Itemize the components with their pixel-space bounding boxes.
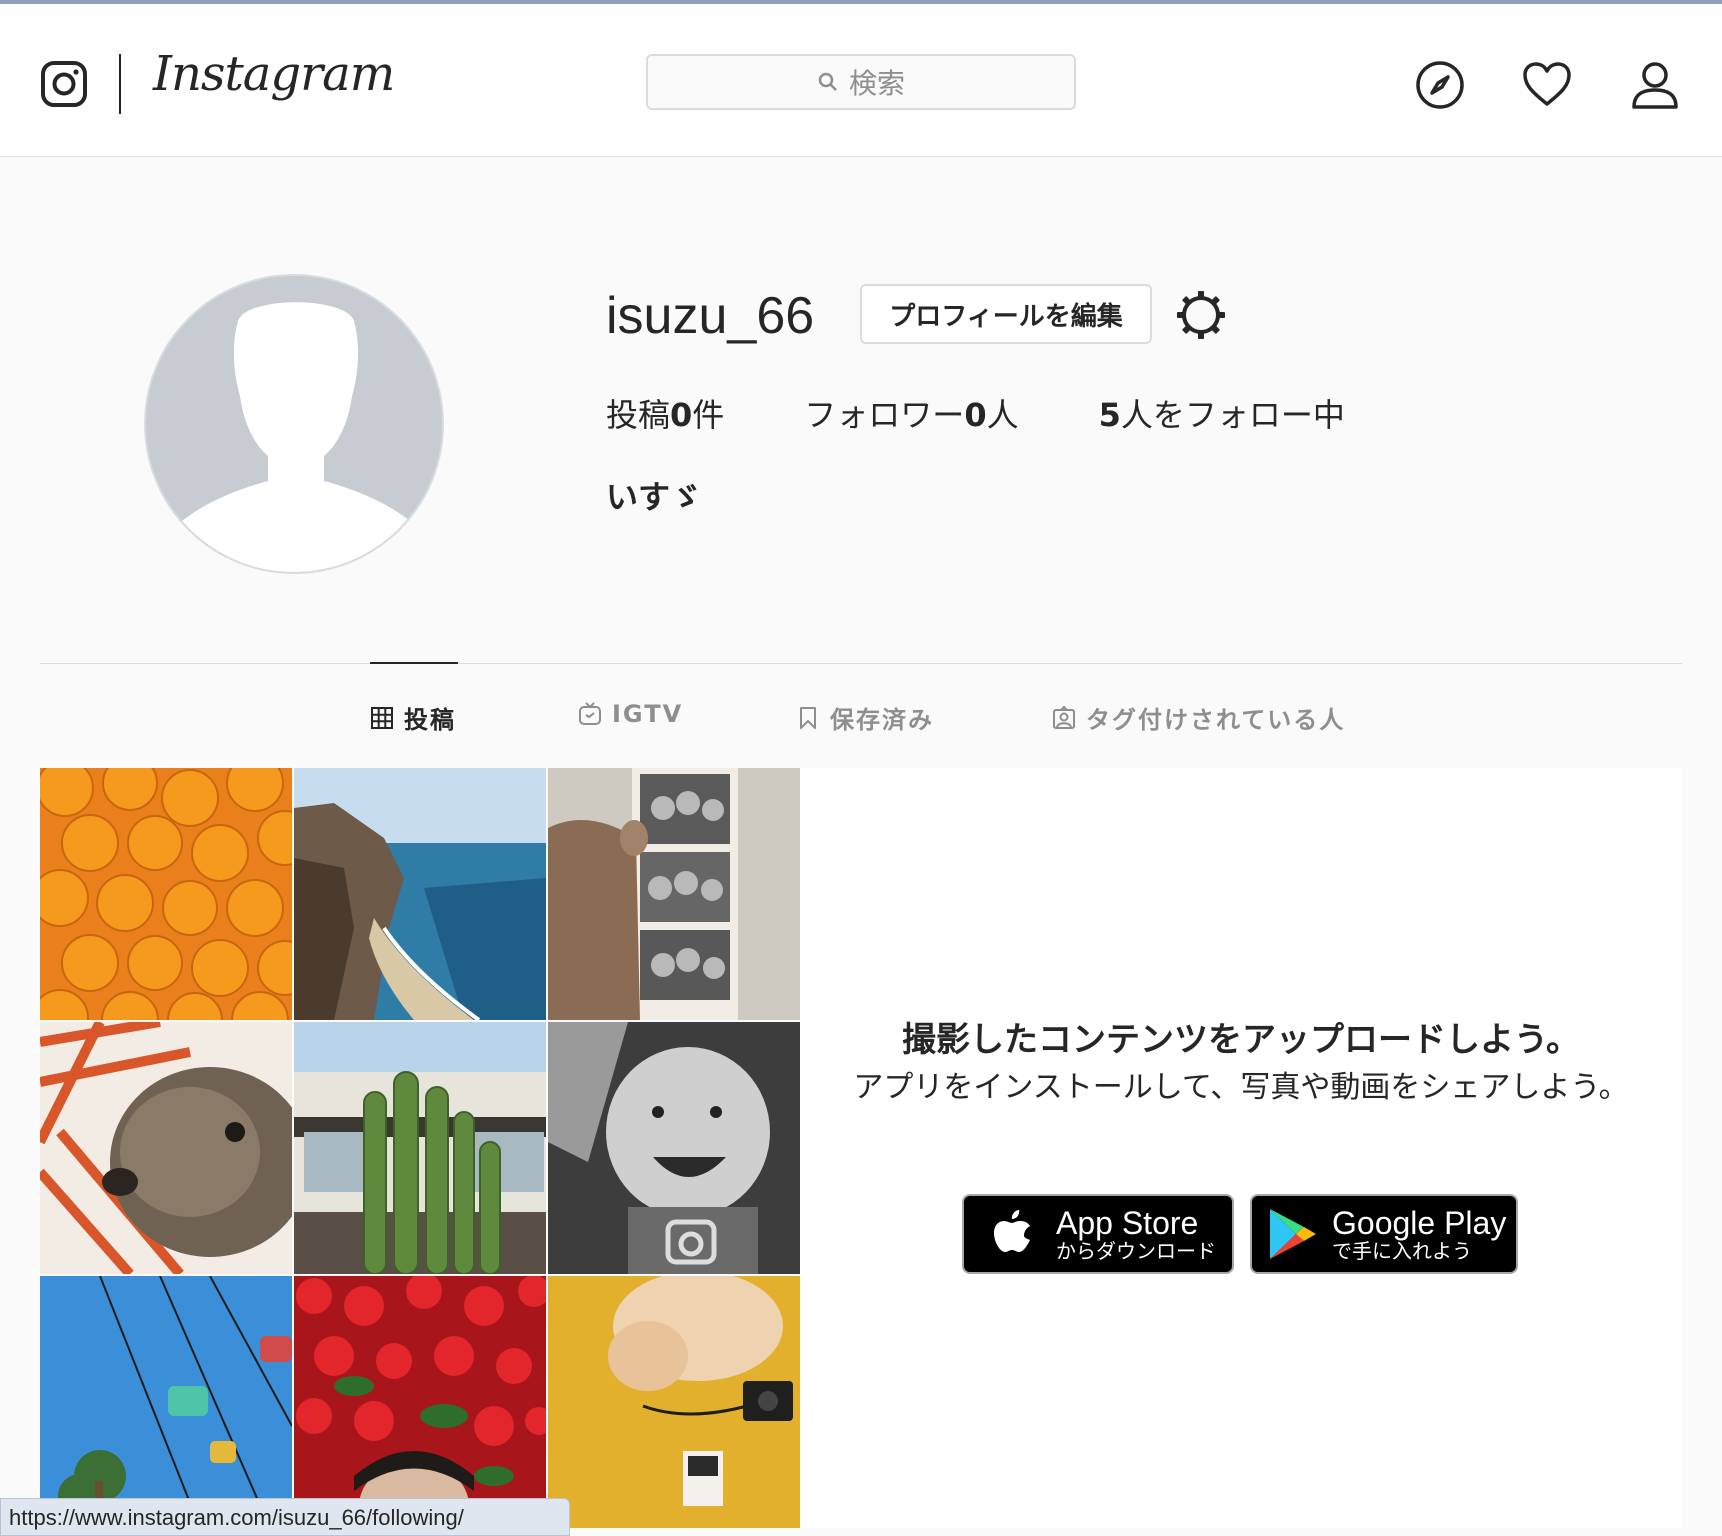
tab-igtv-label: IGTV bbox=[612, 700, 684, 728]
bookmark-icon bbox=[800, 706, 816, 729]
profile-full-name: いすゞ bbox=[606, 478, 703, 516]
tab-posts[interactable]: 投稿 bbox=[370, 700, 456, 735]
tagged-icon bbox=[1053, 705, 1075, 729]
edit-profile-button[interactable]: プロフィールを編集 bbox=[860, 284, 1152, 344]
photo-oranges bbox=[40, 768, 292, 1020]
promo-title: 撮影したコンテンツをアップロードしよう。 bbox=[902, 1020, 1580, 1060]
app-download-promo: 撮影したコンテンツをアップロードしよう。 アプリをインストールして、写真や動画を… bbox=[800, 768, 1682, 1528]
promo-subtitle: アプリをインストールして、写真や動画をシェアしよう。 bbox=[853, 1070, 1629, 1105]
instagram-wordmark[interactable]: Instagram bbox=[153, 46, 395, 102]
following-link[interactable]: 5人をフォロー中 bbox=[1099, 390, 1345, 436]
tab-igtv[interactable]: IGTV bbox=[578, 700, 683, 728]
followers-link[interactable]: フォロワー0人 bbox=[804, 390, 1018, 436]
tab-saved[interactable]: 保存済み bbox=[796, 700, 934, 735]
google-play-button[interactable]: Google Play で手に入れよう bbox=[1250, 1194, 1518, 1274]
activity-heart-icon[interactable] bbox=[1522, 60, 1572, 110]
profile-avatar[interactable] bbox=[144, 274, 444, 574]
top-navbar: Instagram 検索 bbox=[0, 4, 1722, 157]
igtv-icon bbox=[579, 702, 601, 725]
photo-coastline bbox=[294, 768, 546, 1020]
search-placeholder: 検索 bbox=[848, 67, 905, 100]
grid-icon bbox=[371, 706, 393, 729]
tabs-divider bbox=[40, 663, 1682, 664]
app-store-label: App Store bbox=[1056, 1205, 1199, 1241]
photo-gondola bbox=[40, 1276, 292, 1528]
search-icon bbox=[818, 72, 837, 91]
profile-user-icon[interactable] bbox=[1630, 60, 1680, 110]
photo-baby bbox=[548, 1022, 800, 1274]
explore-compass-icon[interactable] bbox=[1415, 60, 1465, 110]
status-bar-url: https://www.instagram.com/isuzu_66/follo… bbox=[0, 1498, 570, 1536]
search-input[interactable]: 検索 bbox=[646, 54, 1076, 110]
photo-red-flowers bbox=[294, 1276, 546, 1528]
tab-saved-label: 保存済み bbox=[830, 706, 934, 734]
photo-cactus bbox=[294, 1022, 546, 1274]
tab-tagged[interactable]: タグ付けされている人 bbox=[1052, 700, 1345, 735]
profile-username: isuzu_66 bbox=[606, 287, 815, 345]
photo-photo-booth-strip bbox=[548, 768, 800, 1020]
active-tab-indicator bbox=[370, 662, 458, 664]
tab-tagged-label: タグ付けされている人 bbox=[1086, 706, 1346, 734]
logo-divider bbox=[119, 54, 121, 114]
settings-gear-icon[interactable] bbox=[1174, 288, 1228, 342]
apple-logo-icon bbox=[994, 1210, 1030, 1252]
photo-dog bbox=[40, 1022, 292, 1274]
app-store-sublabel: からダウンロード bbox=[1056, 1239, 1216, 1263]
sample-photo-grid bbox=[40, 768, 800, 1528]
tab-posts-label: 投稿 bbox=[404, 706, 456, 734]
photo-cat bbox=[548, 1276, 800, 1528]
google-play-sublabel: で手に入れよう bbox=[1332, 1239, 1472, 1263]
google-play-label: Google Play bbox=[1332, 1205, 1507, 1241]
instagram-camera-icon[interactable] bbox=[40, 60, 88, 108]
posts-count-stat: 投稿0件 bbox=[606, 396, 725, 434]
default-avatar-silhouette-icon bbox=[146, 302, 442, 572]
app-store-button[interactable]: App Store からダウンロード bbox=[962, 1194, 1234, 1274]
google-play-icon bbox=[1270, 1209, 1316, 1259]
profile-stats: 投稿0件 フォロワー0人 5人をフォロー中 bbox=[606, 390, 1425, 436]
